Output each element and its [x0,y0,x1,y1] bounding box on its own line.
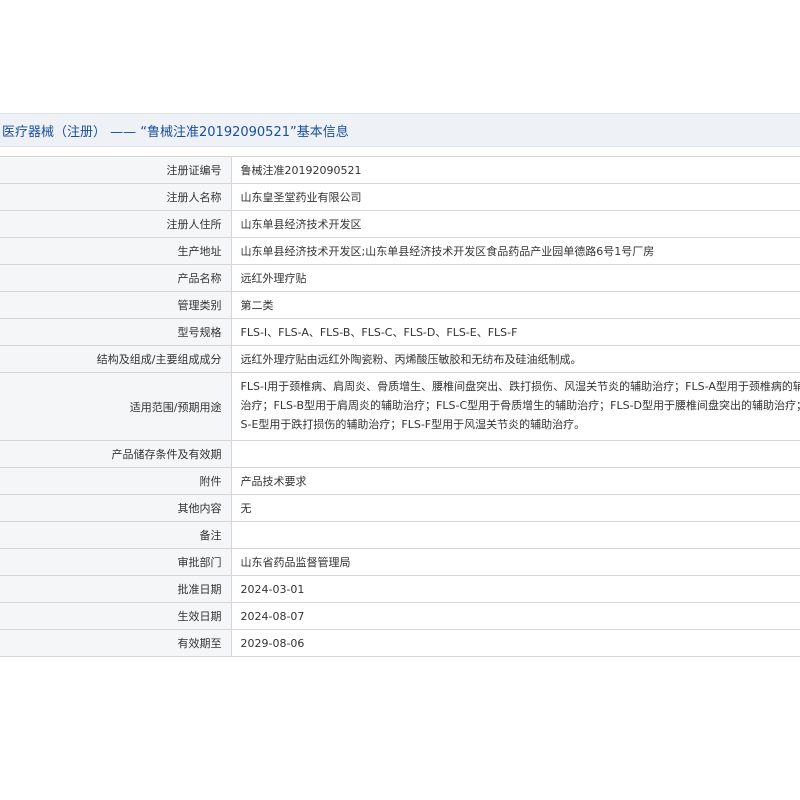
page-title: 医疗器械（注册） —— “鲁械注准20192090521”基本信息 [2,125,349,140]
row-value: 山东单县经济技术开发区;山东单县经济技术开发区食品药品产业园单德路6号1号厂房 [231,237,800,265]
row-value: 2024-03-01 [231,575,800,603]
page-header: 医疗器械（注册） —— “鲁械注准20192090521”基本信息 [0,113,800,147]
row-value: 山东皇圣堂药业有限公司 [231,183,800,211]
row-label: 附件 [0,467,232,495]
table-row: 其他内容 无 [0,494,800,522]
row-label: 结构及组成/主要组成成分 [0,345,232,373]
row-label: 适用范围/预期用途 [0,372,232,441]
row-label: 备注 [0,521,232,549]
table-row: 管理类别 第二类 [0,291,800,319]
table-row: 注册证编号 鲁械注准20192090521 [0,156,800,184]
row-label: 注册人住所 [0,210,232,238]
row-label: 管理类别 [0,291,232,319]
table-row: 附件 产品技术要求 [0,467,800,495]
row-label: 生效日期 [0,602,232,630]
row-value [231,521,800,549]
table-row: 型号规格 FLS-I、FLS-A、FLS-B、FLS-C、FLS-D、FLS-E… [0,318,800,346]
row-value: FLS-I用于颈椎病、肩周炎、骨质增生、腰椎间盘突出、跌打损伤、风湿关节炎的辅助… [240,380,800,431]
table-row: 产品名称 远红外理疗贴 [0,264,800,292]
row-value: 2029-08-06 [231,629,800,657]
row-value: 远红外理疗贴 [231,264,800,292]
row-value: 鲁械注准20192090521 [231,156,800,184]
row-label: 产品名称 [0,264,232,292]
registration-info-table: 注册证编号 鲁械注准20192090521 注册人名称 山东皇圣堂药业有限公司 … [0,156,800,657]
row-label: 有效期至 [0,629,232,657]
row-label: 产品储存条件及有效期 [0,440,232,468]
row-value: 远红外理疗贴由远红外陶瓷粉、丙烯酸压敏胶和无纺布及硅油纸制成。 [231,345,800,373]
row-label: 注册人名称 [0,183,232,211]
row-value: 2024-08-07 [231,602,800,630]
table-row: 结构及组成/主要组成成分 远红外理疗贴由远红外陶瓷粉、丙烯酸压敏胶和无纺布及硅油… [0,345,800,373]
table-row: 备注 [0,521,800,549]
row-value: 第二类 [231,291,800,319]
row-label: 注册证编号 [0,156,232,184]
row-label: 审批部门 [0,548,232,576]
row-value: 无 [231,494,800,522]
table-row: 产品储存条件及有效期 [0,440,800,468]
table-row: 适用范围/预期用途 FLS-I用于颈椎病、肩周炎、骨质增生、腰椎间盘突出、跌打损… [0,372,800,441]
row-label: 其他内容 [0,494,232,522]
row-value: FLS-I、FLS-A、FLS-B、FLS-C、FLS-D、FLS-E、FLS-… [231,318,800,346]
row-label: 生产地址 [0,237,232,265]
table-row: 有效期至 2029-08-06 [0,629,800,657]
table-row: 审批部门 山东省药品监督管理局 [0,548,800,576]
row-value-container: FLS-I用于颈椎病、肩周炎、骨质增生、腰椎间盘突出、跌打损伤、风湿关节炎的辅助… [231,372,800,441]
table-row: 注册人住所 山东单县经济技术开发区 [0,210,800,238]
table-row: 生效日期 2024-08-07 [0,602,800,630]
row-value [231,440,800,468]
table-row: 生产地址 山东单县经济技术开发区;山东单县经济技术开发区食品药品产业园单德路6号… [0,237,800,265]
row-value: 山东省药品监督管理局 [231,548,800,576]
table-row: 批准日期 2024-03-01 [0,575,800,603]
row-label: 批准日期 [0,575,232,603]
row-value: 山东单县经济技术开发区 [231,210,800,238]
row-value: 产品技术要求 [231,467,800,495]
row-label: 型号规格 [0,318,232,346]
table-row: 注册人名称 山东皇圣堂药业有限公司 [0,183,800,211]
